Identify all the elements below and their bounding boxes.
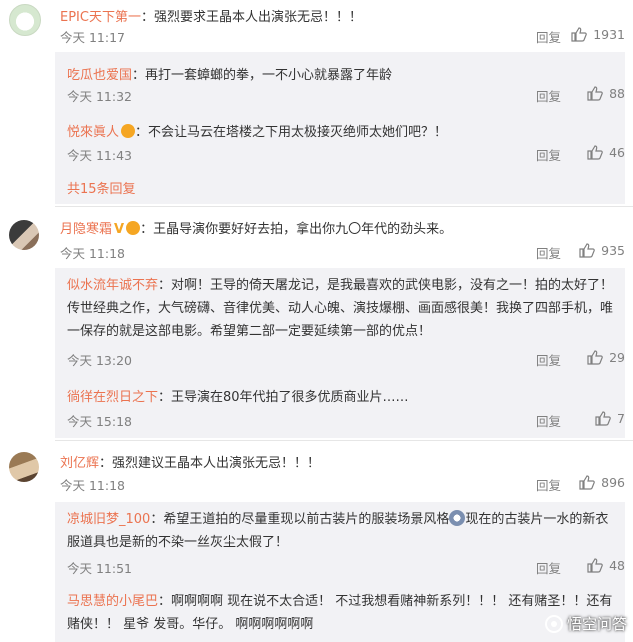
reply-box: 似水流年诚不弃：对啊！王导的倚天屠龙记，是我最喜欢的武侠电影，没有之一！拍的太好… <box>55 268 625 438</box>
like-count: 7 <box>617 411 625 426</box>
username[interactable]: 似水流年诚不弃 <box>67 278 158 293</box>
timestamp: 今天 15:18 <box>67 414 132 429</box>
comment-line: EPIC天下第一：强烈要求王晶本人出演张无忌！！！ <box>60 6 362 25</box>
username[interactable]: 刘亿辉 <box>60 456 99 471</box>
thumbs-up-icon <box>579 243 595 258</box>
username[interactable]: 悦來眞人 <box>67 125 119 140</box>
reply-button[interactable]: 回复 <box>536 145 561 164</box>
divider <box>55 440 633 441</box>
timestamp: 今天 11:32 <box>67 89 132 104</box>
timestamp: 今天 13:20 <box>67 353 132 368</box>
comment-text: ：强烈要求王晶本人出演张无忌！！！ <box>140 10 362 25</box>
timestamp: 今天 11:18 <box>60 246 125 261</box>
thumbs-up-icon <box>587 86 603 101</box>
watermark: 悟空问答 <box>544 613 627 634</box>
username[interactable]: 凉城旧梦_100 <box>67 512 150 527</box>
reply-text: ：希望王道拍的尽量重现以前古装片的服装场景风格 <box>150 512 450 527</box>
avatar[interactable] <box>9 4 41 36</box>
reply-button[interactable]: 回复 <box>536 86 561 105</box>
username[interactable]: EPIC天下第一 <box>60 10 141 25</box>
like-button[interactable]: 935 <box>579 243 625 258</box>
username[interactable]: 吃瓜也爱国 <box>67 68 132 83</box>
watermark-text: 悟空问答 <box>566 615 627 633</box>
like-button[interactable]: 48 <box>587 558 625 573</box>
reply-box: 凉城旧梦_100：希望王道拍的尽量重现以前古装片的服装场景风格 现在的古装片一水的… <box>55 502 625 642</box>
like-count: 896 <box>601 475 625 490</box>
reply-button[interactable]: 回复 <box>536 411 561 430</box>
reply-box: 吃瓜也爱国：再打一套蟑螂的拳，一不小心就暴露了年龄 今天 11:32 回复 88… <box>55 52 625 204</box>
like-button[interactable]: 88 <box>587 86 625 101</box>
reply-text: ：王导演在80年代拍了很多优质商业片…… <box>158 390 409 405</box>
like-button[interactable]: 896 <box>579 475 625 490</box>
thumbs-up-icon <box>595 411 611 426</box>
thumbs-up-icon <box>587 558 603 573</box>
timestamp: 今天 11:51 <box>67 561 132 576</box>
avatar[interactable] <box>9 220 39 250</box>
avatar[interactable] <box>9 452 39 482</box>
reply-button[interactable]: 回复 <box>536 558 561 577</box>
thumbs-up-icon <box>587 350 603 365</box>
show-all-replies-link[interactable]: 共15条回复 <box>67 178 136 197</box>
like-count: 46 <box>609 145 625 160</box>
wukong-logo-icon <box>544 614 563 633</box>
verified-badge-icon <box>121 124 136 138</box>
like-count: 88 <box>609 86 625 101</box>
reply-button[interactable]: 回复 <box>536 350 561 369</box>
reply-button[interactable]: 回复 <box>536 475 561 494</box>
timestamp: 今天 11:17 <box>60 30 125 45</box>
thumbs-up-icon <box>571 27 587 42</box>
reply-text: ：不会让马云在塔楼之下用太极接灭绝师太她们吧？！ <box>135 125 448 140</box>
divider <box>55 206 633 207</box>
username[interactable]: 徜徉在烈日之下 <box>67 390 158 405</box>
like-button[interactable]: 46 <box>587 145 625 160</box>
like-count: 29 <box>609 350 625 365</box>
timestamp: 今天 11:43 <box>67 148 132 163</box>
like-count: 1931 <box>593 27 625 42</box>
like-button[interactable]: 7 <box>595 411 625 426</box>
verified-badge-icon <box>126 221 141 235</box>
like-count: 935 <box>601 243 625 258</box>
thumbs-up-icon <box>579 475 595 490</box>
like-button[interactable]: 1931 <box>571 27 625 42</box>
like-button[interactable]: 29 <box>587 350 625 365</box>
like-count: 48 <box>609 558 625 573</box>
username[interactable]: 月隐寒霜 <box>60 222 112 237</box>
comment-text: ：王晶导演你要好好去拍，拿出你九〇年代的劲头来。 <box>140 222 453 237</box>
reply-button[interactable]: 回复 <box>536 27 561 46</box>
comment-line: 刘亿辉：强烈建议王晶本人出演张无忌！！！ <box>60 452 320 471</box>
mention-avatar-icon <box>449 510 466 526</box>
reply-text: ：再打一套蟑螂的拳，一不小心就暴露了年龄 <box>132 68 393 83</box>
comment-text: ：强烈建议王晶本人出演张无忌！！！ <box>99 456 321 471</box>
thumbs-up-icon <box>587 145 603 160</box>
reply-button[interactable]: 回复 <box>536 243 561 262</box>
timestamp: 今天 11:18 <box>60 478 125 493</box>
username[interactable]: 马思慧的小尾巴 <box>67 594 158 609</box>
vip-icon: V <box>114 222 125 237</box>
comment-line: 月隐寒霜 V ：王晶导演你要好好去拍，拿出你九〇年代的劲头来。 <box>60 218 452 237</box>
